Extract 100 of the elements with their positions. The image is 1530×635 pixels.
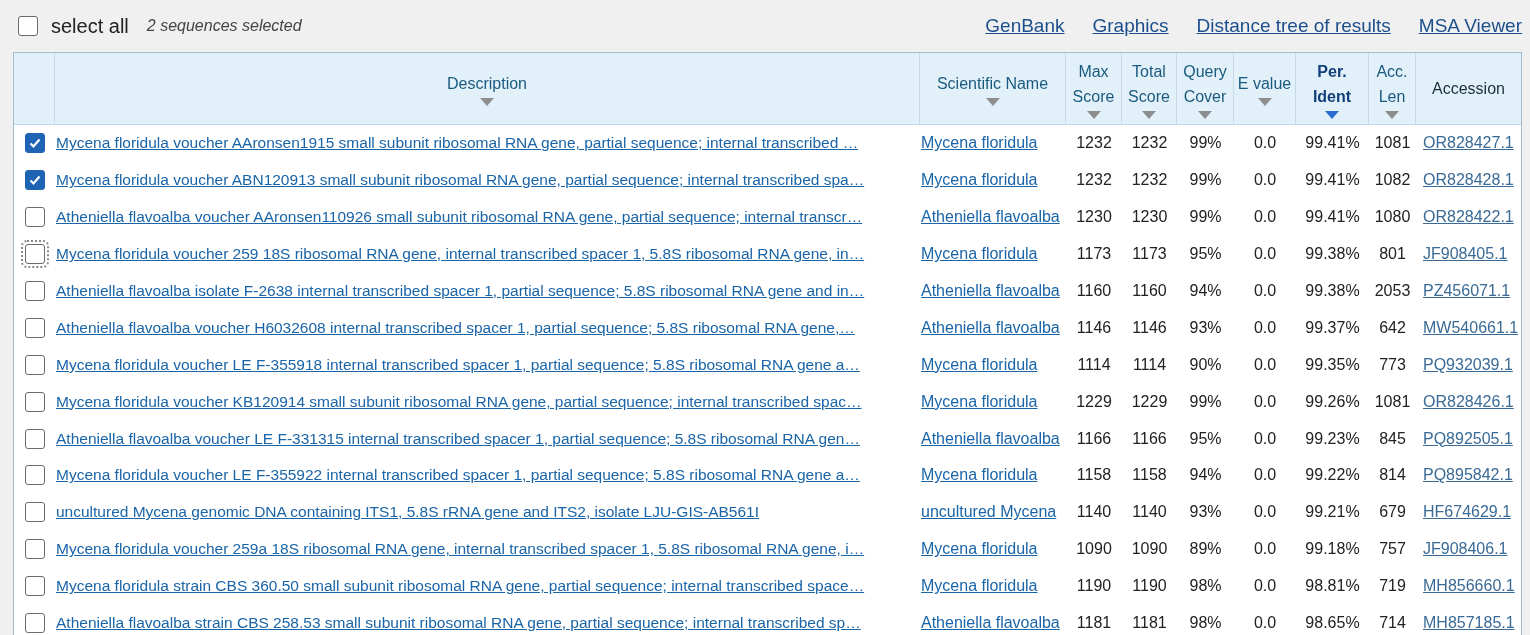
scientific-name-link[interactable]: Mycena floridula (921, 134, 1038, 152)
description-link[interactable]: Mycena floridula voucher KB120914 small subunit ribosomal RNA gene, partial sequence; internal transcribed spac… (56, 392, 862, 410)
accession-link[interactable]: PQ892505.1 (1423, 429, 1513, 447)
sort-arrow-icon (1086, 110, 1101, 119)
table-cell: 2053 (1374, 282, 1411, 299)
row-checkbox[interactable] (24, 170, 45, 191)
table-cell: 99.35% (1305, 355, 1360, 373)
description-link[interactable]: Mycena floridula voucher ABN120913 small subunit ribosomal RNA gene, partial sequence; internal transcribed spa… (56, 171, 865, 189)
row-checkbox[interactable] (24, 576, 45, 597)
description-link[interactable]: Mycena floridula voucher 259 18S ribosomal RNA gene, internal transcribed spacer 1, 5.8S ribosomal RNA gene, in… (56, 245, 865, 263)
accession-link[interactable]: PQ932039.1 (1423, 355, 1513, 373)
table-cell: 1166 (1132, 429, 1167, 447)
scientific-name-link[interactable]: Atheniella flavoalba (921, 208, 1060, 226)
row-checkbox[interactable] (24, 133, 45, 154)
sort-arrow-icon (1257, 98, 1272, 106)
accession-link[interactable]: OR828427.1 (1423, 134, 1514, 152)
scientific-name-link[interactable]: Mycena floridula (921, 577, 1038, 595)
column-header[interactable]: Scientific Name (920, 53, 1066, 124)
description-link[interactable]: Mycena floridula strain CBS 360.50 small subunit ribosomal RNA gene, partial sequence; internal transcribed space… (56, 577, 865, 595)
column-header[interactable]: Acc. Len (1369, 53, 1416, 124)
row-checkbox[interactable] (24, 465, 45, 486)
column-header: Accession (1431, 79, 1506, 99)
accession-link[interactable]: JF908406.1 (1423, 540, 1508, 558)
accession-link[interactable]: OR828428.1 (1423, 171, 1514, 189)
accession-link[interactable]: PZ456071.1 (1423, 282, 1511, 299)
table-cell: 1080 (1374, 208, 1411, 226)
sort-arrow-icon (1142, 110, 1156, 119)
select-all-checkbox[interactable] (18, 16, 38, 36)
scientific-name-link[interactable]: Mycena floridula (921, 245, 1038, 263)
row-checkbox[interactable] (24, 502, 45, 523)
accession-link[interactable]: OR828426.1 (1423, 392, 1514, 410)
description-link[interactable]: Atheniella flavoalba voucher AAronsen110926 small subunit ribosomal RNA gene, partial sequence; internal transcr… (56, 208, 863, 226)
toolbar-link[interactable]: Graphics (1092, 11, 1169, 41)
description-link[interactable]: Atheniella flavoalba voucher LE F-331315 internal transcribed spacer 1, partial sequence; 5.8S ribosomal RNA gen… (56, 429, 860, 447)
table-cell: 1114 (1132, 355, 1167, 373)
table-cell: 1190 (1076, 577, 1112, 595)
scientific-name-link[interactable]: Mycena floridula (921, 171, 1038, 189)
accession-link[interactable]: MH856660.1 (1423, 577, 1515, 595)
table-cell: 98% (1189, 614, 1222, 631)
table-cell: 1181 (1132, 614, 1167, 631)
column-header[interactable]: Description (55, 53, 920, 124)
toolbar-link[interactable]: MSA Viewer (1418, 11, 1522, 41)
row-checkbox[interactable] (24, 281, 45, 301)
scientific-name-link[interactable]: Mycena floridula (921, 466, 1038, 484)
column-header[interactable]: Per. Ident (1296, 53, 1369, 124)
table-cell: 0.0 (1253, 466, 1277, 484)
table-cell: 0.0 (1253, 429, 1277, 447)
description-link[interactable]: Atheniella flavoalba strain CBS 258.53 small subunit ribosomal RNA gene, partial sequence; internal transcribed sp… (56, 614, 861, 631)
row-checkbox[interactable] (24, 391, 45, 412)
scientific-name-link[interactable]: Mycena floridula (921, 355, 1038, 373)
table-cell: 1232 (1131, 171, 1168, 189)
row-checkbox[interactable] (24, 428, 45, 449)
description-link[interactable]: Mycena floridula voucher AAronsen1915 small subunit ribosomal RNA gene, partial sequence; internal transcribed … (56, 134, 859, 152)
column-header[interactable]: Max Score (1066, 53, 1122, 124)
row-checkbox[interactable] (24, 354, 45, 375)
table-cell: 99.41% (1305, 208, 1360, 226)
table-cell: 1090 (1076, 540, 1112, 558)
scientific-name-link[interactable]: uncultured Mycena (921, 503, 1057, 521)
scientific-name-link[interactable]: Mycena floridula (921, 392, 1038, 410)
scientific-name-link[interactable]: Atheniella flavoalba (921, 429, 1060, 447)
table-cell: 1090 (1131, 540, 1168, 558)
accession-link[interactable]: MW540661.1 (1423, 318, 1519, 336)
sort-arrow-icon (1325, 110, 1339, 119)
table-cell: 94% (1189, 282, 1222, 299)
scientific-name-link[interactable]: Atheniella flavoalba (921, 282, 1060, 299)
column-header[interactable]: Total Score (1122, 53, 1177, 124)
select-all-label[interactable]: select all (51, 11, 129, 41)
toolbar-link[interactable]: GenBank (985, 11, 1065, 41)
scientific-name-link[interactable]: Mycena floridula (921, 540, 1038, 558)
accession-link[interactable]: PQ895842.1 (1423, 466, 1513, 484)
table-cell: 714 (1379, 614, 1406, 631)
accession-link[interactable]: MH857185.1 (1423, 614, 1515, 631)
sort-arrow-icon (480, 98, 494, 106)
accession-link[interactable]: OR828422.1 (1423, 208, 1514, 226)
table-cell: 99.41% (1305, 134, 1360, 152)
table-cell: 1166 (1076, 429, 1112, 447)
accession-link[interactable]: JF908405.1 (1423, 245, 1508, 263)
table-cell: 801 (1379, 245, 1406, 263)
table-cell: 1114 (1077, 355, 1111, 373)
row-checkbox[interactable] (24, 207, 45, 228)
row-checkbox[interactable] (24, 613, 45, 633)
toolbar-link[interactable]: Distance tree of results (1196, 11, 1391, 41)
column-header[interactable]: E value (1234, 53, 1296, 124)
scientific-name-link[interactable]: Atheniella flavoalba (921, 614, 1060, 631)
checkmark-icon (27, 136, 42, 151)
description-link[interactable]: Mycena floridula voucher 259a 18S ribosomal RNA gene, internal transcribed spacer 1, 5.8S ribosomal RNA gene, i… (56, 540, 865, 558)
table-cell: 99% (1189, 171, 1222, 189)
table-cell: 98.81% (1305, 577, 1360, 595)
table-cell: 679 (1379, 503, 1406, 521)
row-checkbox[interactable] (24, 539, 45, 560)
description-link[interactable]: Mycena floridula voucher LE F-355918 internal transcribed spacer 1, partial sequence; 5.8S ribosomal RNA gene a… (56, 355, 860, 373)
description-link[interactable]: Atheniella flavoalba voucher H6032608 internal transcribed spacer 1, partial sequence; 5.8S ribosomal RNA gene,… (56, 318, 855, 336)
description-link[interactable]: Atheniella flavoalba isolate F-2638 internal transcribed spacer 1, partial sequence; 5.8S ribosomal RNA gene and in… (56, 282, 865, 299)
description-link[interactable]: Mycena floridula voucher LE F-355922 internal transcribed spacer 1, partial sequence; 5.8S ribosomal RNA gene a… (56, 466, 860, 484)
row-checkbox[interactable] (24, 317, 45, 338)
scientific-name-link[interactable]: Atheniella flavoalba (921, 318, 1060, 336)
table-cell: 99.18% (1305, 540, 1360, 558)
column-header[interactable]: Query Cover (1177, 53, 1234, 124)
description-link[interactable]: uncultured Mycena genomic DNA containing ITS1, 5.8S rRNA gene and ITS2, isolate LJU-GIS-AB561I (56, 503, 760, 521)
accession-link[interactable]: HF674629.1 (1423, 503, 1512, 521)
